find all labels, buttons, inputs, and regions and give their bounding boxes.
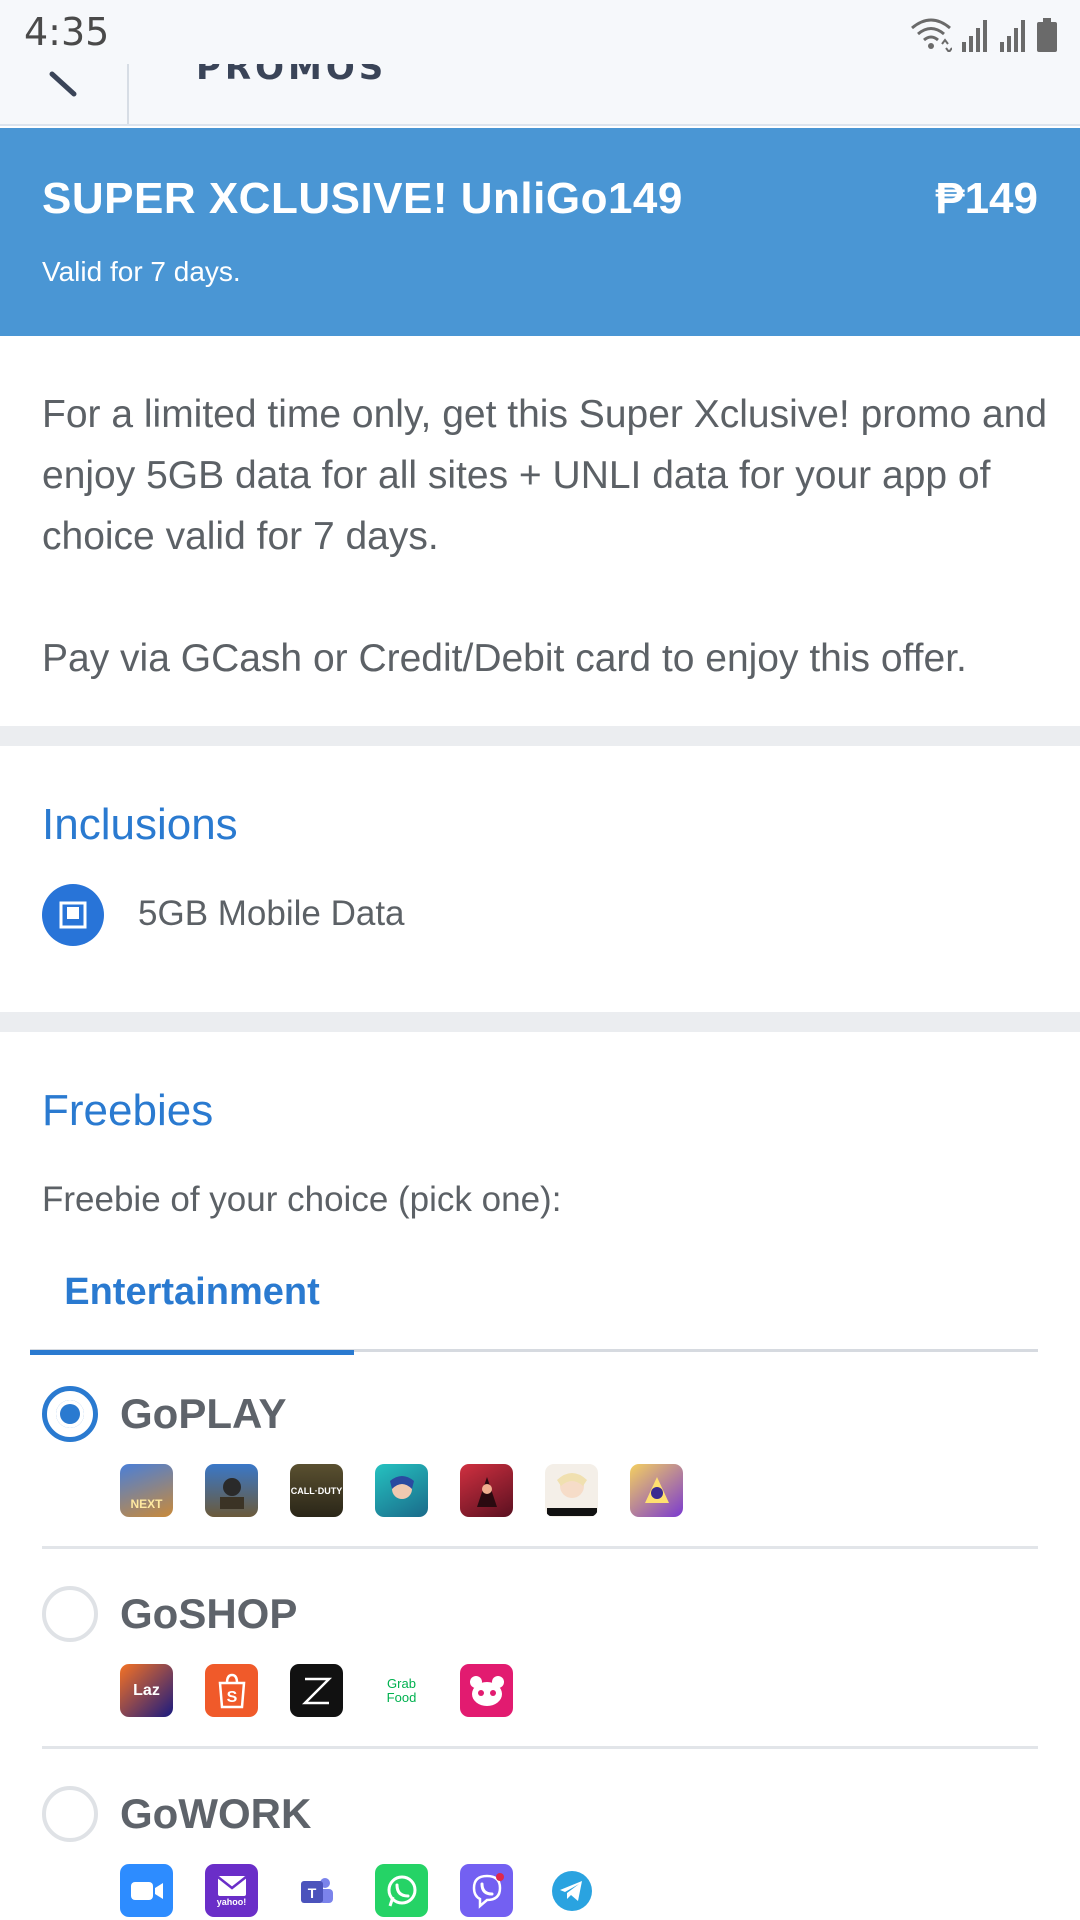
tab-label: Entertainment [64,1271,320,1313]
telegram-icon [545,1864,598,1917]
tab-entertainment[interactable]: Entertainment [30,1262,354,1355]
description-paragraph: For a limited time only, get this Super … [42,393,1048,558]
data-icon [42,884,104,946]
freebies-intro: Freebie of your choice (pick one): [42,1180,562,1219]
yahoo-mail-icon: yahoo! [205,1864,258,1917]
free-fire-icon [460,1464,513,1517]
option-gowork[interactable]: GoWORK yahoo! T [42,1786,1038,1920]
section-separator [0,1012,1080,1032]
viber-icon [460,1864,513,1917]
radio-button[interactable] [42,1586,98,1642]
freebies-title: Freebies [42,1086,214,1135]
svg-text:T: T [307,1885,316,1901]
promo-banner: SUPER XCLUSIVE! UnliGo149 ₱149 Valid for… [0,128,1080,336]
whatsapp-icon [375,1864,428,1917]
promo-validity: Valid for 7 days. [42,256,241,287]
status-time: 4:35 [24,10,110,54]
option-name: GoSHOP [120,1590,298,1637]
inclusions-title: Inclusions [42,800,238,849]
tab-active-indicator [30,1350,354,1355]
signal-1-icon [962,20,987,52]
promo-price: ₱149 [935,174,1038,223]
option-name: GoWORK [120,1790,312,1837]
grabfood-icon: Grab Food [375,1664,428,1717]
foodpanda-icon [460,1664,513,1717]
status-bar: 4:35 [0,0,1080,64]
option-goplay[interactable]: GoPLAY NEXT CALL·DUTY [42,1386,1038,1549]
option-divider [42,1546,1038,1549]
description-payment: Pay via GCash or Credit/Debit card to en… [42,637,967,680]
game-app-icon [630,1464,683,1517]
battery-icon [1037,18,1057,52]
radio-button-selected[interactable] [42,1386,98,1442]
nav-divider [127,64,129,124]
option-divider [42,1746,1038,1749]
zoom-icon [120,1864,173,1917]
svg-text:S: S [226,1689,237,1706]
shopee-icon: S [205,1664,258,1717]
nav-header: PROMOS [0,64,1080,126]
mobile-legends-icon: NEXT [120,1464,173,1517]
wifi-icon [911,18,952,52]
pubg-icon [205,1464,258,1517]
option-goshop[interactable]: GoSHOP Laz S Grab Food [42,1586,1038,1749]
back-arrow-icon[interactable] [40,64,90,118]
app-icon-row: Laz S Grab Food [120,1664,513,1717]
promo-description: For a limited time only, get this Super … [42,384,1052,689]
call-of-duty-icon: CALL·DUTY [290,1464,343,1517]
app-icon-row: yahoo! T [120,1864,598,1917]
signal-2-icon [1000,20,1025,52]
nav-title: PROMOS [196,64,388,88]
teams-icon: T [290,1864,343,1917]
league-wild-rift-icon [375,1464,428,1517]
section-separator [0,726,1080,746]
freebie-tabs: Entertainment [30,1262,1038,1355]
genshin-impact-icon [545,1464,598,1517]
app-icon-row: NEXT CALL·DUTY [120,1464,683,1517]
promo-title: SUPER XCLUSIVE! UnliGo149 [42,174,683,223]
option-name: GoPLAY [120,1390,287,1437]
radio-button[interactable] [42,1786,98,1842]
inclusion-item-label: 5GB Mobile Data [138,894,405,933]
status-icons [910,12,1058,52]
lazada-icon: Laz [120,1664,173,1717]
zalora-icon [290,1664,343,1717]
